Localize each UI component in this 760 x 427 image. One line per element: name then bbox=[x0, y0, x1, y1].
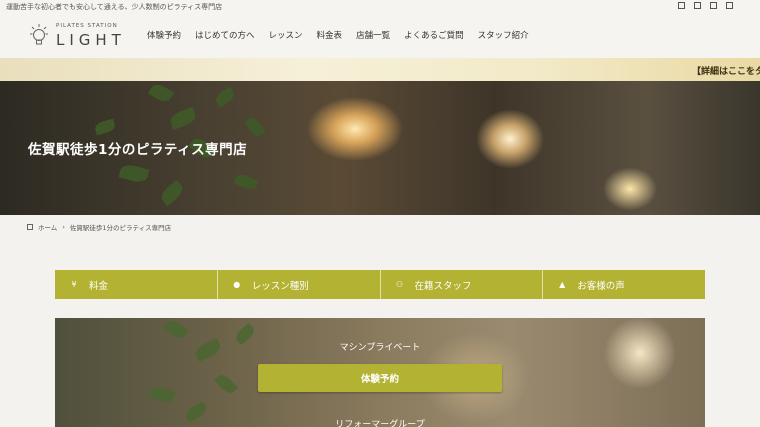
section-tabs: ¥ 料金 ● レッスン種別 ⚇ 在籍スタッフ ▲ お客様の声 bbox=[55, 270, 705, 299]
lesson-type-title: マシンプライベート bbox=[339, 343, 421, 353]
tab-label: 料金 bbox=[89, 280, 109, 292]
nav-stores[interactable]: 店舗一覧 bbox=[356, 29, 390, 41]
nav-first-time[interactable]: はじめての方へ bbox=[195, 29, 255, 41]
nav-staff[interactable]: スタッフ紹介 bbox=[478, 29, 529, 41]
breadcrumb-home[interactable]: ホーム bbox=[38, 222, 57, 232]
site-header: 運動苦手な初心者でも安心して通える、少人数制のピラティス専門店 PILATES … bbox=[0, 0, 760, 58]
lightbulb-icon: ● bbox=[233, 280, 241, 289]
main-nav: 体験予約 はじめての方へ レッスン 料金表 店舗一覧 よくあるご質問 スタッフ紹… bbox=[147, 29, 529, 41]
nav-pricing[interactable]: 料金表 bbox=[317, 29, 343, 41]
hero-image: 佐賀駅徒歩1分のピラティス専門店 bbox=[0, 81, 760, 215]
tab-lesson-types[interactable]: ● レッスン種別 bbox=[216, 270, 380, 299]
lesson-section: マシンプライベート 体験予約 リフォーマーグループ bbox=[55, 318, 705, 427]
social-icon-1[interactable] bbox=[678, 2, 685, 9]
lightbulb-logo-icon bbox=[30, 24, 48, 45]
tab-pricing[interactable]: ¥ 料金 bbox=[55, 270, 217, 299]
tab-label: 在籍スタッフ bbox=[414, 280, 472, 292]
chevron-right-icon: › bbox=[62, 223, 65, 231]
trial-reservation-button[interactable]: 体験予約 bbox=[258, 364, 502, 392]
hero-title: 佐賀駅徒歩1分のピラティス専門店 bbox=[28, 142, 248, 158]
social-icon-3[interactable] bbox=[710, 2, 717, 9]
nav-trial-reservation[interactable]: 体験予約 bbox=[147, 29, 181, 41]
nav-lessons[interactable]: レッスン bbox=[269, 29, 303, 41]
logo-title: LIGHT bbox=[56, 31, 126, 49]
home-icon bbox=[27, 224, 33, 230]
tab-label: レッスン種別 bbox=[251, 280, 309, 292]
site-tagline: 運動苦手な初心者でも安心して通える、少人数制のピラティス専門店 bbox=[6, 3, 223, 11]
social-icon-2[interactable] bbox=[694, 2, 701, 9]
breadcrumb: ホーム › 佐賀駅徒歩1分のピラティス専門店 bbox=[27, 222, 171, 232]
tab-label: お客様の声 bbox=[577, 280, 625, 292]
promo-banner[interactable]: 【詳細はここをタ bbox=[0, 58, 760, 81]
social-icons bbox=[678, 2, 733, 9]
users-icon: ⚇ bbox=[395, 280, 404, 289]
site-logo[interactable]: PILATES STATION LIGHT bbox=[30, 22, 130, 50]
thumbs-up-icon: ▲ bbox=[559, 280, 566, 289]
nav-faq[interactable]: よくあるご質問 bbox=[404, 29, 464, 41]
tab-reviews[interactable]: ▲ お客様の声 bbox=[542, 270, 705, 299]
tab-staff[interactable]: ⚇ 在籍スタッフ bbox=[379, 270, 543, 299]
breadcrumb-current: 佐賀駅徒歩1分のピラティス専門店 bbox=[69, 224, 172, 232]
social-icon-4[interactable] bbox=[726, 2, 733, 9]
banner-text[interactable]: 【詳細はここをタ bbox=[692, 64, 760, 77]
yen-icon: ¥ bbox=[71, 280, 77, 289]
lesson-type-title: リフォーマーグループ bbox=[335, 420, 425, 427]
logo-subtitle: PILATES STATION bbox=[56, 23, 118, 29]
